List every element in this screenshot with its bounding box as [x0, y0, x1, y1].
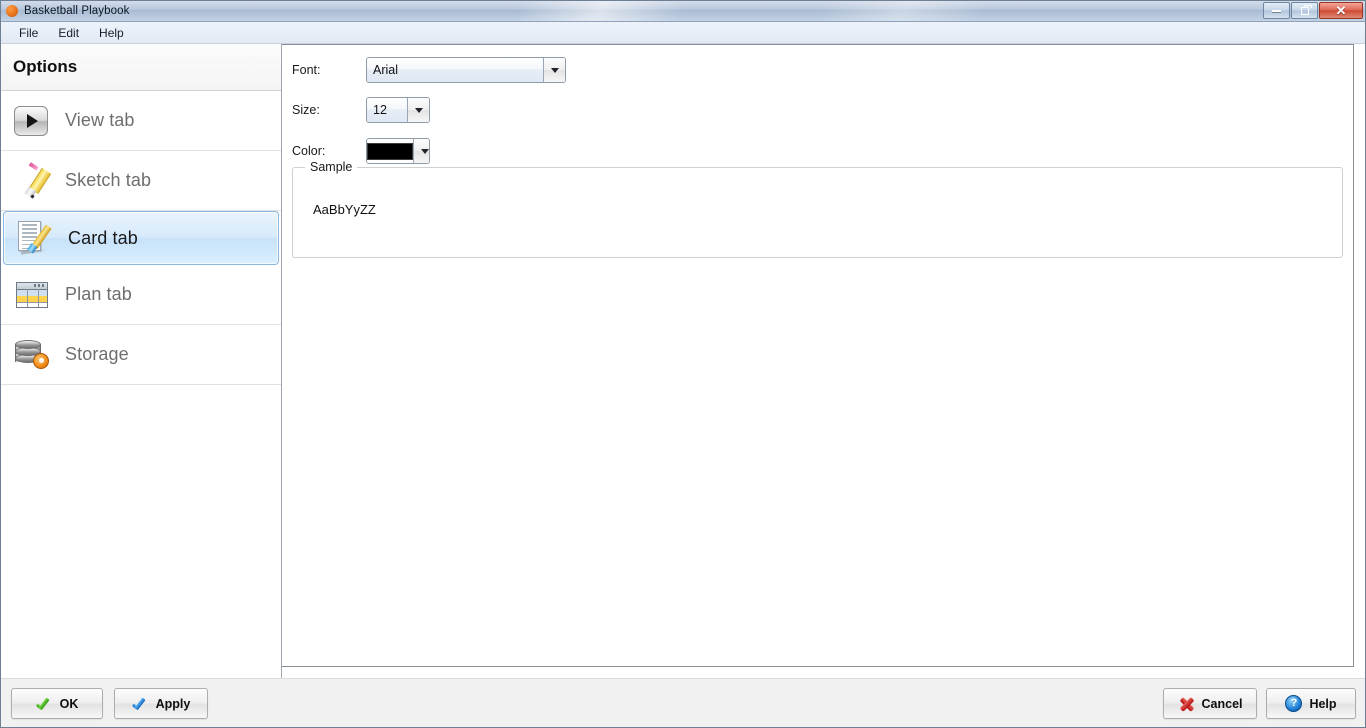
size-label: Size:	[292, 103, 320, 117]
sidebar-item-view-tab[interactable]: View tab	[1, 91, 281, 151]
size-field-row: Size: 12	[292, 97, 430, 123]
restore-icon	[1300, 4, 1312, 15]
page-title: Options	[13, 57, 78, 76]
title-bar: Basketball Playbook ✕	[1, 1, 1365, 22]
sidebar-item-label: View tab	[65, 110, 135, 130]
color-swatch-field	[367, 139, 413, 163]
cancel-button-label: Cancel	[1201, 696, 1243, 711]
red-x-icon	[1178, 696, 1195, 712]
options-sidebar: Options View tab Sketch tab Card tab Pla…	[1, 44, 282, 678]
grid-icon	[11, 275, 51, 315]
sidebar-item-storage[interactable]: Storage	[1, 325, 281, 385]
menu-item-edit[interactable]: Edit	[48, 24, 89, 42]
ok-button-label: OK	[59, 696, 79, 711]
close-icon: ✕	[1335, 3, 1347, 18]
restore-button[interactable]	[1291, 2, 1318, 19]
sidebar-item-label: Storage	[65, 344, 129, 364]
size-value: 12	[367, 98, 407, 122]
pencil-icon	[11, 161, 52, 201]
body-area: Options View tab Sketch tab Card tab Pla…	[1, 44, 1365, 678]
cancel-button[interactable]: Cancel	[1163, 688, 1257, 719]
window-title: Basketball Playbook	[24, 5, 130, 17]
close-button[interactable]: ✕	[1319, 2, 1363, 19]
sample-group-legend: Sample	[305, 160, 358, 174]
chevron-down-icon	[420, 148, 429, 154]
font-combobox[interactable]: Arial	[366, 57, 566, 83]
basketball-icon	[6, 5, 18, 17]
size-dropdown-button[interactable]	[407, 98, 429, 122]
green-check-icon	[36, 696, 53, 712]
help-button[interactable]: ? Help	[1266, 688, 1356, 719]
color-combobox[interactable]	[366, 138, 430, 164]
apply-button[interactable]: Apply	[114, 688, 208, 719]
sidebar-item-label: Sketch tab	[65, 170, 152, 190]
help-button-label: Help	[1309, 696, 1337, 711]
apply-button-label: Apply	[155, 696, 191, 711]
menu-bar: File Edit Help	[1, 22, 1365, 44]
blue-question-icon: ?	[1285, 695, 1303, 712]
sample-groupbox: Sample AaBbYyZZ	[292, 160, 1343, 258]
sidebar-item-sketch-tab[interactable]: Sketch tab	[1, 151, 281, 211]
blue-check-icon	[132, 696, 149, 712]
sidebar-empty-space	[1, 385, 281, 678]
color-label: Color:	[292, 144, 326, 158]
database-gear-icon	[11, 335, 51, 375]
sidebar-item-plan-tab[interactable]: Plan tab	[1, 265, 281, 325]
menu-item-help[interactable]: Help	[89, 24, 134, 42]
sidebar-item-label: Card tab	[68, 227, 138, 248]
color-dropdown-button[interactable]	[413, 139, 429, 163]
application-window: Basketball Playbook ✕ File Edit Help Opt…	[0, 0, 1366, 728]
dialog-footer: OK Apply Cancel ? Help	[1, 678, 1365, 727]
caption-buttons: ✕	[1262, 2, 1363, 19]
card-pen-icon	[14, 218, 54, 258]
ok-button[interactable]: OK	[11, 688, 103, 719]
play-icon	[11, 101, 51, 141]
size-combobox[interactable]: 12	[366, 97, 430, 123]
chevron-down-icon	[550, 67, 559, 73]
minimize-button[interactable]	[1263, 2, 1290, 19]
sidebar-header: Options	[1, 44, 281, 91]
sidebar-item-label: Plan tab	[65, 284, 132, 304]
font-dropdown-button[interactable]	[543, 58, 565, 82]
minimize-icon	[1272, 9, 1281, 12]
sample-preview-text: AaBbYyZZ	[313, 202, 376, 217]
font-value: Arial	[367, 58, 543, 82]
sidebar-item-card-tab[interactable]: Card tab	[3, 211, 279, 265]
font-field-row: Font: Arial	[292, 57, 566, 83]
chevron-down-icon	[414, 107, 423, 113]
content-area: Font: Arial Size: 12 Color: Sample AaBbY…	[282, 44, 1365, 678]
color-swatch	[367, 142, 413, 160]
font-label: Font:	[292, 63, 321, 77]
card-tab-panel: Font: Arial Size: 12 Color: Sample AaBbY…	[282, 44, 1354, 667]
menu-item-file[interactable]: File	[9, 24, 48, 42]
